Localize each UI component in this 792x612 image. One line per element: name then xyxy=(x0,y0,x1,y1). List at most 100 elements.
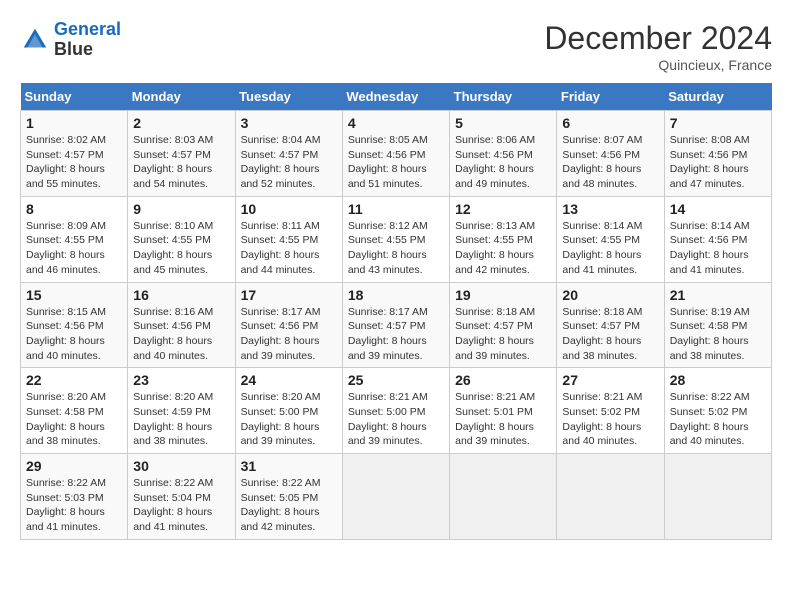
weekday-header-friday: Friday xyxy=(557,83,664,111)
day-detail: Sunrise: 8:17 AM Sunset: 4:56 PM Dayligh… xyxy=(241,305,337,364)
calendar-cell: 19 Sunrise: 8:18 AM Sunset: 4:57 PM Dayl… xyxy=(450,282,557,368)
calendar-cell: 21 Sunrise: 8:19 AM Sunset: 4:58 PM Dayl… xyxy=(664,282,771,368)
day-number: 9 xyxy=(133,201,229,217)
day-number: 16 xyxy=(133,287,229,303)
calendar-cell: 28 Sunrise: 8:22 AM Sunset: 5:02 PM Dayl… xyxy=(664,368,771,454)
day-detail: Sunrise: 8:20 AM Sunset: 5:00 PM Dayligh… xyxy=(241,390,337,449)
day-number: 17 xyxy=(241,287,337,303)
calendar-cell xyxy=(557,454,664,540)
calendar-cell: 30 Sunrise: 8:22 AM Sunset: 5:04 PM Dayl… xyxy=(128,454,235,540)
calendar-cell: 29 Sunrise: 8:22 AM Sunset: 5:03 PM Dayl… xyxy=(21,454,128,540)
calendar-cell: 14 Sunrise: 8:14 AM Sunset: 4:56 PM Dayl… xyxy=(664,196,771,282)
calendar-cell: 6 Sunrise: 8:07 AM Sunset: 4:56 PM Dayli… xyxy=(557,111,664,197)
day-number: 26 xyxy=(455,372,551,388)
day-detail: Sunrise: 8:19 AM Sunset: 4:58 PM Dayligh… xyxy=(670,305,766,364)
day-detail: Sunrise: 8:22 AM Sunset: 5:05 PM Dayligh… xyxy=(241,476,337,535)
day-detail: Sunrise: 8:16 AM Sunset: 4:56 PM Dayligh… xyxy=(133,305,229,364)
day-detail: Sunrise: 8:17 AM Sunset: 4:57 PM Dayligh… xyxy=(348,305,444,364)
day-detail: Sunrise: 8:18 AM Sunset: 4:57 PM Dayligh… xyxy=(455,305,551,364)
weekday-header-thursday: Thursday xyxy=(450,83,557,111)
day-number: 30 xyxy=(133,458,229,474)
logo: General Blue xyxy=(20,20,121,60)
calendar-cell: 16 Sunrise: 8:16 AM Sunset: 4:56 PM Dayl… xyxy=(128,282,235,368)
weekday-header-sunday: Sunday xyxy=(21,83,128,111)
calendar-cell: 31 Sunrise: 8:22 AM Sunset: 5:05 PM Dayl… xyxy=(235,454,342,540)
calendar-cell: 17 Sunrise: 8:17 AM Sunset: 4:56 PM Dayl… xyxy=(235,282,342,368)
calendar-cell: 12 Sunrise: 8:13 AM Sunset: 4:55 PM Dayl… xyxy=(450,196,557,282)
weekday-header-wednesday: Wednesday xyxy=(342,83,449,111)
calendar-week-row: 1 Sunrise: 8:02 AM Sunset: 4:57 PM Dayli… xyxy=(21,111,772,197)
day-detail: Sunrise: 8:14 AM Sunset: 4:56 PM Dayligh… xyxy=(670,219,766,278)
day-number: 11 xyxy=(348,201,444,217)
calendar-cell: 9 Sunrise: 8:10 AM Sunset: 4:55 PM Dayli… xyxy=(128,196,235,282)
day-detail: Sunrise: 8:05 AM Sunset: 4:56 PM Dayligh… xyxy=(348,133,444,192)
calendar-cell: 18 Sunrise: 8:17 AM Sunset: 4:57 PM Dayl… xyxy=(342,282,449,368)
calendar-cell xyxy=(342,454,449,540)
day-detail: Sunrise: 8:03 AM Sunset: 4:57 PM Dayligh… xyxy=(133,133,229,192)
day-number: 6 xyxy=(562,115,658,131)
day-detail: Sunrise: 8:02 AM Sunset: 4:57 PM Dayligh… xyxy=(26,133,122,192)
day-number: 14 xyxy=(670,201,766,217)
day-detail: Sunrise: 8:20 AM Sunset: 4:58 PM Dayligh… xyxy=(26,390,122,449)
day-number: 23 xyxy=(133,372,229,388)
day-number: 20 xyxy=(562,287,658,303)
calendar-cell: 26 Sunrise: 8:21 AM Sunset: 5:01 PM Dayl… xyxy=(450,368,557,454)
calendar-week-row: 15 Sunrise: 8:15 AM Sunset: 4:56 PM Dayl… xyxy=(21,282,772,368)
day-number: 29 xyxy=(26,458,122,474)
day-detail: Sunrise: 8:12 AM Sunset: 4:55 PM Dayligh… xyxy=(348,219,444,278)
day-number: 1 xyxy=(26,115,122,131)
day-number: 4 xyxy=(348,115,444,131)
calendar-cell: 3 Sunrise: 8:04 AM Sunset: 4:57 PM Dayli… xyxy=(235,111,342,197)
page-header: General Blue December 2024 Quincieux, Fr… xyxy=(20,20,772,73)
day-detail: Sunrise: 8:21 AM Sunset: 5:00 PM Dayligh… xyxy=(348,390,444,449)
calendar-table: SundayMondayTuesdayWednesdayThursdayFrid… xyxy=(20,83,772,540)
calendar-cell xyxy=(664,454,771,540)
weekday-header-tuesday: Tuesday xyxy=(235,83,342,111)
day-number: 31 xyxy=(241,458,337,474)
calendar-cell: 10 Sunrise: 8:11 AM Sunset: 4:55 PM Dayl… xyxy=(235,196,342,282)
day-number: 24 xyxy=(241,372,337,388)
calendar-cell: 24 Sunrise: 8:20 AM Sunset: 5:00 PM Dayl… xyxy=(235,368,342,454)
calendar-cell: 7 Sunrise: 8:08 AM Sunset: 4:56 PM Dayli… xyxy=(664,111,771,197)
day-number: 28 xyxy=(670,372,766,388)
day-number: 25 xyxy=(348,372,444,388)
logo-text: General Blue xyxy=(54,20,121,60)
calendar-cell: 1 Sunrise: 8:02 AM Sunset: 4:57 PM Dayli… xyxy=(21,111,128,197)
location-subtitle: Quincieux, France xyxy=(544,57,772,73)
logo-line2: Blue xyxy=(54,40,121,60)
day-detail: Sunrise: 8:11 AM Sunset: 4:55 PM Dayligh… xyxy=(241,219,337,278)
day-detail: Sunrise: 8:04 AM Sunset: 4:57 PM Dayligh… xyxy=(241,133,337,192)
day-detail: Sunrise: 8:10 AM Sunset: 4:55 PM Dayligh… xyxy=(133,219,229,278)
calendar-cell: 20 Sunrise: 8:18 AM Sunset: 4:57 PM Dayl… xyxy=(557,282,664,368)
weekday-header-monday: Monday xyxy=(128,83,235,111)
day-number: 15 xyxy=(26,287,122,303)
day-detail: Sunrise: 8:06 AM Sunset: 4:56 PM Dayligh… xyxy=(455,133,551,192)
calendar-cell: 27 Sunrise: 8:21 AM Sunset: 5:02 PM Dayl… xyxy=(557,368,664,454)
day-number: 8 xyxy=(26,201,122,217)
day-detail: Sunrise: 8:15 AM Sunset: 4:56 PM Dayligh… xyxy=(26,305,122,364)
day-detail: Sunrise: 8:22 AM Sunset: 5:04 PM Dayligh… xyxy=(133,476,229,535)
calendar-cell: 23 Sunrise: 8:20 AM Sunset: 4:59 PM Dayl… xyxy=(128,368,235,454)
logo-line1: General xyxy=(54,19,121,39)
day-number: 10 xyxy=(241,201,337,217)
day-number: 18 xyxy=(348,287,444,303)
calendar-cell: 11 Sunrise: 8:12 AM Sunset: 4:55 PM Dayl… xyxy=(342,196,449,282)
calendar-cell xyxy=(450,454,557,540)
day-detail: Sunrise: 8:22 AM Sunset: 5:02 PM Dayligh… xyxy=(670,390,766,449)
day-number: 3 xyxy=(241,115,337,131)
calendar-cell: 13 Sunrise: 8:14 AM Sunset: 4:55 PM Dayl… xyxy=(557,196,664,282)
weekday-header-saturday: Saturday xyxy=(664,83,771,111)
day-detail: Sunrise: 8:21 AM Sunset: 5:01 PM Dayligh… xyxy=(455,390,551,449)
day-number: 5 xyxy=(455,115,551,131)
day-detail: Sunrise: 8:22 AM Sunset: 5:03 PM Dayligh… xyxy=(26,476,122,535)
day-detail: Sunrise: 8:21 AM Sunset: 5:02 PM Dayligh… xyxy=(562,390,658,449)
day-number: 19 xyxy=(455,287,551,303)
calendar-cell: 5 Sunrise: 8:06 AM Sunset: 4:56 PM Dayli… xyxy=(450,111,557,197)
calendar-week-row: 8 Sunrise: 8:09 AM Sunset: 4:55 PM Dayli… xyxy=(21,196,772,282)
day-number: 22 xyxy=(26,372,122,388)
day-detail: Sunrise: 8:18 AM Sunset: 4:57 PM Dayligh… xyxy=(562,305,658,364)
logo-icon xyxy=(20,25,50,55)
day-number: 27 xyxy=(562,372,658,388)
calendar-cell: 8 Sunrise: 8:09 AM Sunset: 4:55 PM Dayli… xyxy=(21,196,128,282)
day-detail: Sunrise: 8:08 AM Sunset: 4:56 PM Dayligh… xyxy=(670,133,766,192)
